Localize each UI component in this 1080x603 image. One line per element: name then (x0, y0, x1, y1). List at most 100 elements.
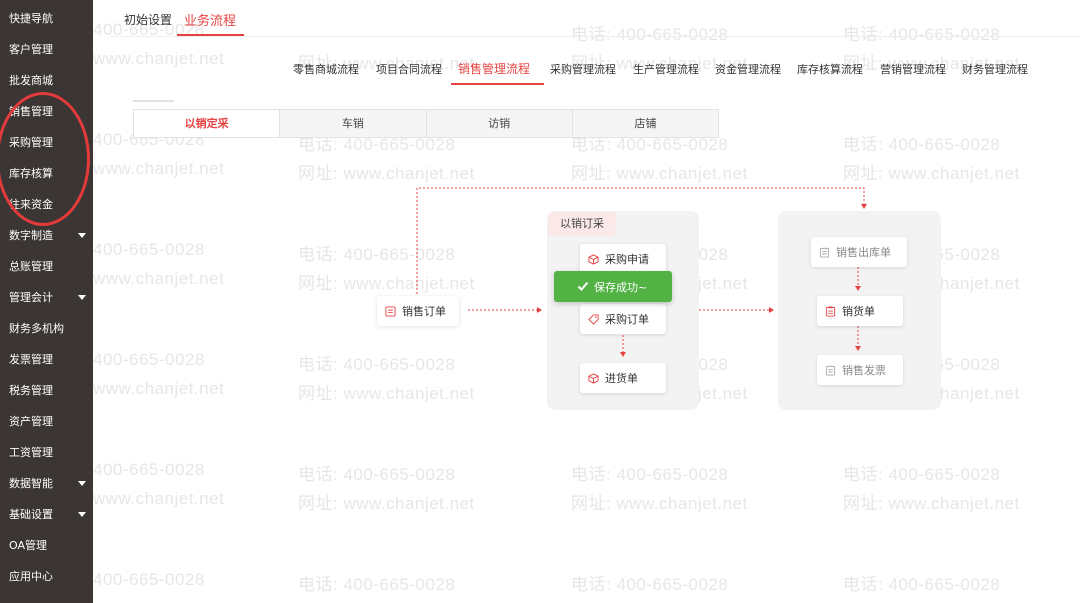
sidebar-item-label: OA管理 (9, 539, 47, 552)
subtab-van-sales[interactable]: 车销 (280, 110, 427, 137)
sales-outbound-node[interactable]: 销售出库单 (811, 237, 907, 267)
sidebar-item-label: 库存核算 (9, 167, 53, 180)
sidebar-item-label: 工资管理 (9, 446, 53, 459)
purchase-order-node[interactable]: 采购订单 (580, 304, 666, 334)
sidebar-item-label: 税务管理 (9, 384, 53, 397)
tab-business-process[interactable]: 业务流程 (184, 10, 236, 29)
tag-icon (588, 313, 599, 325)
sidebar-item-oa[interactable]: OA管理 (0, 530, 93, 561)
tab-purchase-mgmt-process[interactable]: 采购管理流程 (550, 61, 616, 77)
watermark-text: www.chanjet.net (93, 379, 225, 398)
sidebar-item-wholesale[interactable]: 批发商城 (0, 65, 93, 96)
sidebar-item-label: 总账管理 (9, 260, 53, 273)
sidebar-item-tax[interactable]: 税务管理 (0, 375, 93, 406)
watermark-text: 网址: www.chanjet.net (571, 164, 748, 183)
watermark-text: 电话: 400-665-0028 (843, 575, 1001, 594)
clipboard-icon (819, 247, 830, 258)
sidebar-item-inventory[interactable]: 库存核算 (0, 158, 93, 189)
sidebar-item-customers[interactable]: 客户管理 (0, 34, 93, 65)
sub-tab-bar: 以销定采 车销 访销 店铺 (133, 109, 719, 138)
box-icon (588, 253, 599, 265)
watermark-text: 网址: www.chanjet.net (843, 494, 1020, 513)
sidebar-item-assets[interactable]: 资产管理 (0, 406, 93, 437)
panel-label: 以销订采 (548, 212, 616, 236)
tab-funds-mgmt-process[interactable]: 资金管理流程 (715, 61, 781, 77)
receiving-note-node[interactable]: 进货单 (580, 363, 666, 393)
watermark-text: 网址: www.chanjet.net (298, 274, 475, 293)
sidebar-item-data-intel[interactable]: 数据智能 (0, 468, 93, 499)
tab-finance-process[interactable]: 财务管理流程 (962, 61, 1028, 77)
node-label: 采购订单 (605, 313, 649, 326)
tab-marketing-process[interactable]: 营销管理流程 (880, 61, 946, 77)
sidebar-item-payroll[interactable]: 工资管理 (0, 437, 93, 468)
sidebar-item-purchase[interactable]: 采购管理 (0, 127, 93, 158)
sidebar-item-label: 批发商城 (9, 74, 53, 87)
sidebar-item-app-center[interactable]: 应用中心 (0, 561, 93, 592)
sidebar-item-label: 管理会计 (9, 291, 53, 304)
subtab-sales-driven-purchase[interactable]: 以销定采 (134, 110, 281, 137)
watermark-text: 电话: 400-665-0028 (298, 245, 456, 264)
sidebar-item-quick-nav[interactable]: 快捷导航 (0, 3, 93, 34)
watermark-text: 电话: 400-665-0028 (298, 465, 456, 484)
sidebar-item-ledger[interactable]: 总账管理 (0, 251, 93, 282)
sales-invoice-node[interactable]: 销售发票 (817, 355, 903, 385)
node-label: 销售发票 (842, 364, 886, 377)
divider (133, 100, 174, 102)
tab-initial-settings[interactable]: 初始设置 (124, 11, 172, 28)
sidebar-item-label: 基础设置 (9, 508, 53, 521)
active-process-indicator (451, 83, 544, 85)
node-label: 销售出库单 (836, 246, 891, 259)
purchase-request-node[interactable]: 采购申请 (580, 244, 666, 274)
box-icon (588, 372, 599, 384)
node-label: 销货单 (842, 305, 875, 318)
chevron-down-icon (78, 233, 86, 238)
watermark-text: 网址: www.chanjet.net (298, 494, 475, 513)
watermark-text: www.chanjet.net (93, 49, 225, 68)
tab-inventory-process[interactable]: 库存核算流程 (797, 61, 863, 77)
watermark-text: 网址: www.chanjet.net (843, 164, 1020, 183)
sidebar-item-label: 发票管理 (9, 353, 53, 366)
sidebar: 快捷导航 客户管理 批发商城 销售管理 采购管理 库存核算 往来资金 数字制造 … (0, 0, 93, 603)
sidebar-item-label: 往来资金 (9, 198, 53, 211)
watermark-text: 电话: 400-665-0028 (298, 575, 456, 594)
watermark-text: 400-665-0028 (93, 240, 205, 259)
sidebar-item-sales[interactable]: 销售管理 (0, 96, 93, 127)
tab-sales-mgmt-process[interactable]: 销售管理流程 (458, 60, 530, 77)
chevron-down-icon (78, 481, 86, 486)
sales-invoice-doc-node[interactable]: 销货单 (817, 296, 903, 326)
watermark-text: 网址: www.chanjet.net (571, 494, 748, 513)
sidebar-item-label: 快捷导航 (9, 12, 53, 25)
node-label: 进货单 (605, 372, 638, 385)
sidebar-item-multi-org[interactable]: 财务多机构 (0, 313, 93, 344)
sidebar-item-label: 数据智能 (9, 477, 53, 490)
watermark-text: www.chanjet.net (93, 269, 225, 288)
chevron-down-icon (78, 512, 86, 517)
document-icon (385, 305, 396, 317)
sidebar-item-mgmt-accounting[interactable]: 管理会计 (0, 282, 93, 313)
watermark-text: www.chanjet.net (93, 159, 225, 178)
watermark-text: 网址: www.chanjet.net (298, 384, 475, 403)
watermark-text: www.chanjet.net (93, 489, 225, 508)
watermark-text: 电话: 400-665-0028 (571, 25, 729, 44)
subtab-store[interactable]: 店铺 (573, 110, 718, 137)
sidebar-item-label: 客户管理 (9, 43, 53, 56)
watermark-text: 电话: 400-665-0028 (571, 465, 729, 484)
sidebar-item-label: 数字制造 (9, 229, 53, 242)
node-label: 采购申请 (605, 253, 649, 266)
sidebar-item-basic-settings[interactable]: 基础设置 (0, 499, 93, 530)
sidebar-item-digital-mfg[interactable]: 数字制造 (0, 220, 93, 251)
sidebar-item-funds[interactable]: 往来资金 (0, 189, 93, 220)
sidebar-item-label: 资产管理 (9, 415, 53, 428)
tab-project-contract-process[interactable]: 项目合同流程 (376, 61, 442, 77)
save-success-toast: 保存成功~ (554, 271, 672, 302)
toast-message: 保存成功~ (594, 280, 648, 294)
watermark-text: 电话: 400-665-0028 (843, 25, 1001, 44)
tab-production-mgmt-process[interactable]: 生产管理流程 (633, 61, 699, 77)
subtab-visit-sales[interactable]: 访销 (427, 110, 573, 137)
watermark-text: 400-665-0028 (93, 350, 205, 369)
tab-retail-mall-process[interactable]: 零售商城流程 (293, 61, 359, 77)
watermark-text: 电话: 400-665-0028 (571, 575, 729, 594)
sales-order-node[interactable]: 销售订单 (377, 296, 459, 326)
chevron-down-icon (78, 295, 86, 300)
sidebar-item-invoice[interactable]: 发票管理 (0, 344, 93, 375)
